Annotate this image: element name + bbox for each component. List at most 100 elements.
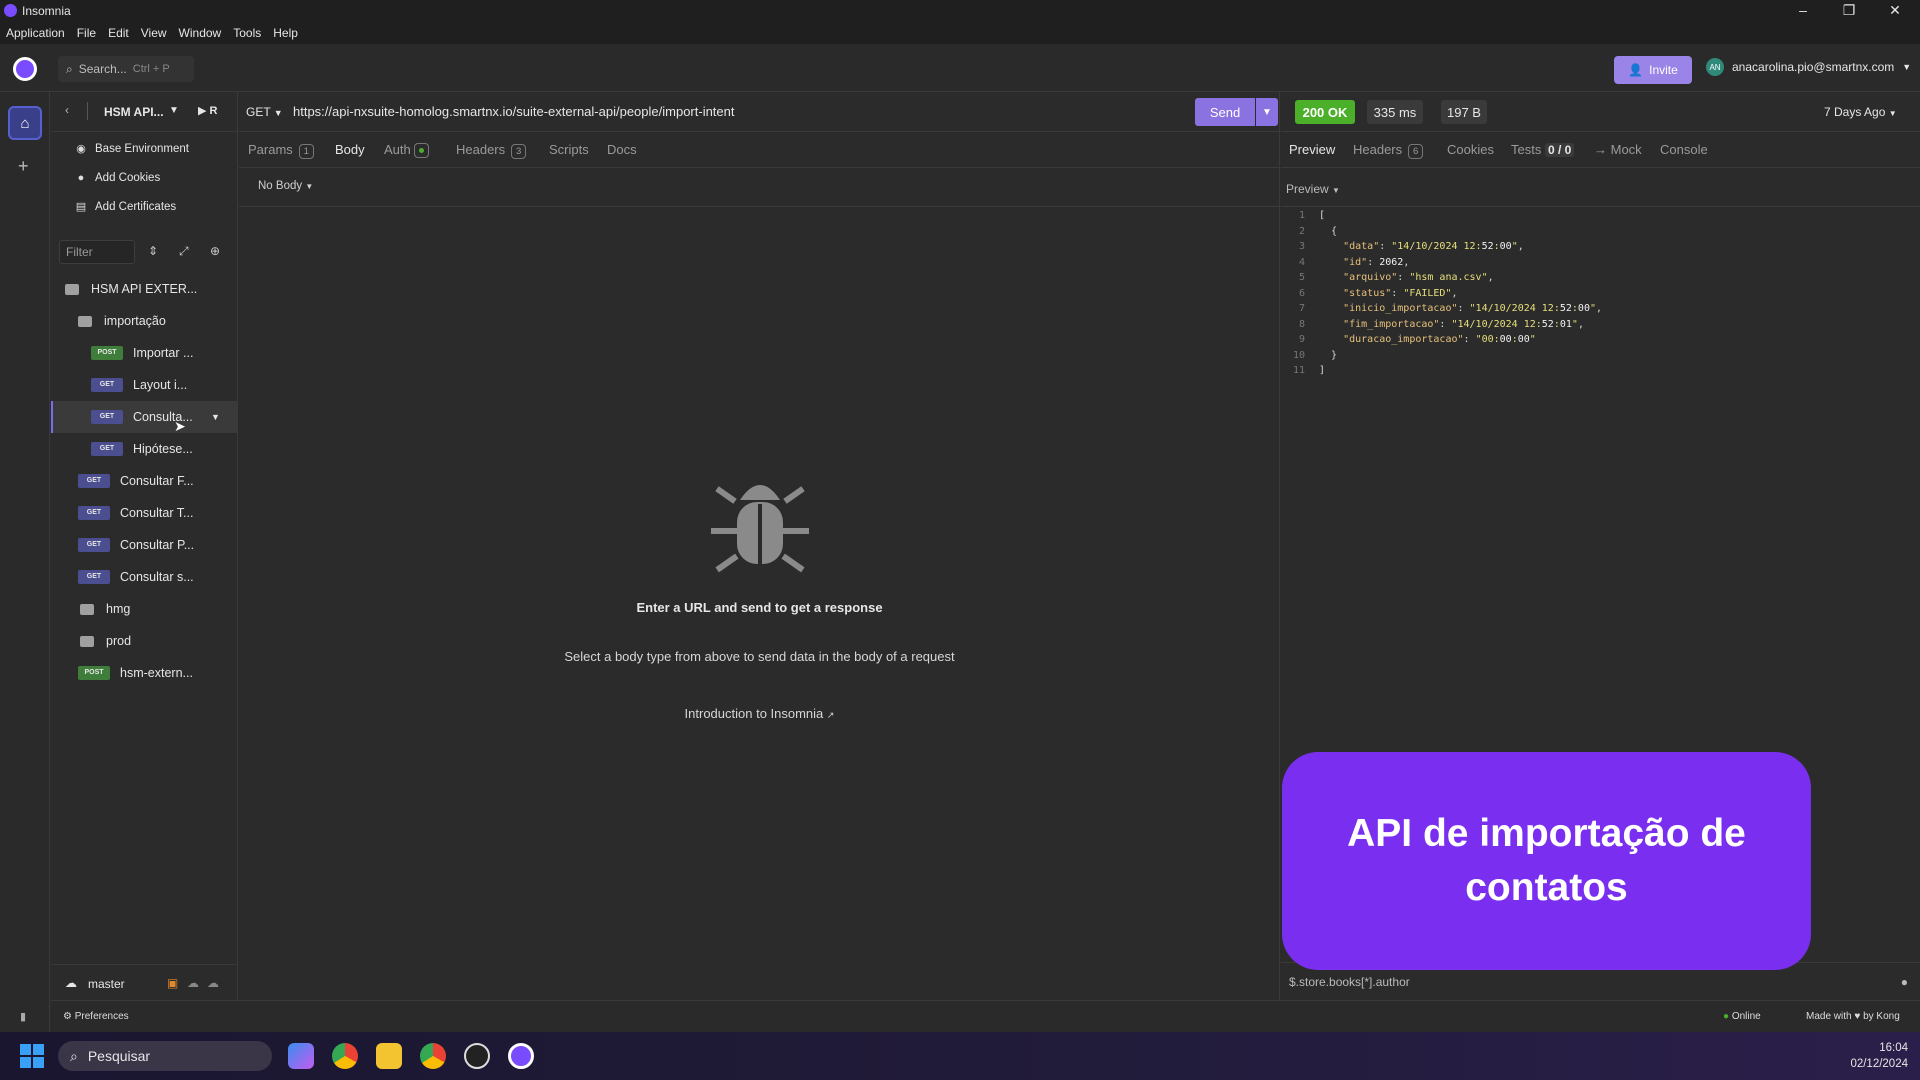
- tree-folder[interactable]: importação: [51, 305, 238, 337]
- jsonpath-placeholder: $.store.books[*].author: [1289, 975, 1410, 989]
- invite-label: Invite: [1649, 63, 1678, 77]
- tree-item-label: HSM API EXTER...: [91, 282, 198, 296]
- method-select[interactable]: GET ▼: [246, 105, 283, 119]
- chrome-profile-app-icon[interactable]: [420, 1043, 446, 1069]
- help-icon[interactable]: ●: [1901, 975, 1908, 989]
- tab-headers[interactable]: Headers 3: [456, 142, 527, 159]
- menu-help[interactable]: Help: [273, 26, 298, 40]
- method-badge: GET: [78, 538, 110, 552]
- add-request-icon[interactable]: ⊕: [210, 244, 220, 258]
- response-time: 335 ms: [1367, 100, 1423, 124]
- minimize-button[interactable]: –: [1780, 0, 1826, 22]
- preferences-button[interactable]: ⚙ Preferences: [63, 1011, 129, 1022]
- insomnia-app-icon[interactable]: [508, 1043, 534, 1069]
- window-title: Insomnia: [22, 4, 71, 18]
- user-menu[interactable]: AN anacarolina.pio@smartnx.com ▼: [1706, 58, 1911, 76]
- taskbar-search[interactable]: ⌕ Pesquisar: [58, 1041, 272, 1071]
- chevron-down-icon[interactable]: ▼: [211, 412, 220, 422]
- send-options-button[interactable]: ▼: [1256, 98, 1278, 126]
- os-taskbar: ⌕ Pesquisar 16:04 02/12/2024: [0, 1032, 1920, 1080]
- chevron-down-icon: ▼: [273, 108, 283, 118]
- search-button[interactable]: ⌕ Search... Ctrl + P: [58, 56, 194, 82]
- tab-console[interactable]: Console: [1660, 142, 1708, 157]
- auth-status-icon: [414, 143, 430, 159]
- body-type-select[interactable]: No Body ▼: [258, 180, 313, 192]
- menu-view[interactable]: View: [141, 26, 167, 40]
- menu-tools[interactable]: Tools: [233, 26, 261, 40]
- obs-app-icon[interactable]: [464, 1043, 490, 1069]
- back-icon[interactable]: ‹: [65, 103, 69, 117]
- url-input[interactable]: https://api-nxsuite-homolog.smartnx.io/s…: [293, 104, 735, 119]
- branch-name[interactable]: master: [88, 977, 125, 991]
- send-button[interactable]: Send: [1195, 98, 1255, 126]
- tab-tests[interactable]: Tests 0 / 0: [1511, 142, 1575, 157]
- system-clock[interactable]: 16:04 02/12/2024: [1850, 1040, 1908, 1072]
- tree-item-label: Consultar T...: [120, 506, 194, 520]
- tab-params[interactable]: Params 1: [248, 142, 314, 159]
- tab-body[interactable]: Body: [335, 142, 365, 157]
- tree-folder[interactable]: HSM API EXTER...: [51, 273, 238, 305]
- menu-application[interactable]: Application: [6, 26, 65, 40]
- base-environment-item[interactable]: ◉ Base Environment: [75, 143, 189, 155]
- tree-request[interactable]: GET Layout i...: [51, 369, 238, 401]
- app-logo-icon[interactable]: [13, 57, 37, 81]
- tree-request-selected[interactable]: GET Consulta... ▼ ➤: [51, 401, 238, 434]
- empty-state-subtitle: Select a body type from above to send da…: [564, 649, 955, 664]
- tree-folder[interactable]: hmg: [51, 593, 238, 625]
- tree-request[interactable]: POST hsm-extern...: [51, 657, 238, 689]
- menu-window[interactable]: Window: [179, 26, 222, 40]
- line-number: 10: [1292, 349, 1305, 361]
- copilot-app-icon[interactable]: [288, 1043, 314, 1069]
- tab-auth[interactable]: Auth: [384, 142, 430, 159]
- filter-input[interactable]: Filter: [59, 240, 135, 264]
- package-icon[interactable]: ▣: [167, 976, 178, 990]
- code-line: 1[: [1281, 210, 1920, 226]
- chevron-down-icon[interactable]: ▼: [169, 105, 179, 116]
- collection-name[interactable]: HSM API...: [104, 105, 164, 119]
- pull-icon[interactable]: ☁: [187, 976, 199, 990]
- run-collection-button[interactable]: ▶ R: [198, 104, 217, 117]
- file-explorer-app-icon[interactable]: [376, 1043, 402, 1069]
- menu-edit[interactable]: Edit: [108, 26, 129, 40]
- code-text: "duracao_importacao": "00:00:00": [1343, 334, 1536, 345]
- tree-request[interactable]: GET Consultar T...: [51, 497, 238, 529]
- close-button[interactable]: ✕: [1872, 0, 1918, 22]
- add-cookies-item[interactable]: ● Add Cookies: [75, 172, 161, 184]
- tab-cookies[interactable]: Cookies: [1447, 142, 1494, 157]
- invite-button[interactable]: 👤 Invite: [1614, 56, 1692, 84]
- tree-request[interactable]: GET Consultar F...: [51, 465, 238, 497]
- tab-response-headers[interactable]: Headers 6: [1353, 142, 1424, 159]
- line-number: 2: [1298, 225, 1305, 237]
- intro-link[interactable]: Introduction to Insomnia ↗: [239, 706, 1280, 721]
- tree-request[interactable]: POST Importar ...: [51, 337, 238, 369]
- tree-request[interactable]: GET Consultar P...: [51, 529, 238, 561]
- tree-folder[interactable]: prod: [51, 625, 238, 657]
- expand-icon[interactable]: ⤢: [179, 244, 189, 259]
- start-button[interactable]: [20, 1044, 44, 1068]
- add-project-icon[interactable]: +: [18, 156, 29, 177]
- history-dropdown[interactable]: 7 Days Ago ▼: [1824, 105, 1897, 119]
- method-badge: GET: [91, 378, 123, 392]
- made-with-label[interactable]: Made with ♥ by Kong: [1806, 1011, 1900, 1022]
- tab-scripts[interactable]: Scripts: [549, 142, 589, 157]
- count-badge: 3: [511, 144, 527, 159]
- restore-button[interactable]: ❐: [1826, 0, 1872, 22]
- method-badge: GET: [91, 410, 123, 424]
- tree-item-label: Hipótese...: [133, 442, 193, 456]
- push-icon[interactable]: ☁: [207, 976, 219, 990]
- tree-request[interactable]: GET Consultar s...: [51, 561, 238, 593]
- tree-request[interactable]: GET Hipótese...: [51, 433, 238, 465]
- home-button[interactable]: ⌂: [8, 106, 42, 140]
- sort-icon[interactable]: ⇕: [148, 244, 158, 258]
- preview-mode-select[interactable]: Preview ▼: [1286, 182, 1340, 196]
- tab-preview[interactable]: Preview: [1289, 142, 1335, 157]
- tab-docs[interactable]: Docs: [607, 142, 637, 157]
- url-bar: GET ▼ https://api-nxsuite-homolog.smartn…: [239, 92, 1280, 132]
- tab-mock[interactable]: → Mock: [1594, 142, 1642, 157]
- toggle-sidebar-icon[interactable]: ▮: [20, 1010, 26, 1023]
- add-certificates-item[interactable]: ▤ Add Certificates: [75, 201, 176, 213]
- chevron-down-icon: ▼: [1262, 106, 1272, 118]
- menu-file[interactable]: File: [77, 26, 96, 40]
- json-viewer[interactable]: 1[2 {3 "data": "14/10/2024 12:52:00", 4 "…: [1281, 210, 1920, 381]
- chrome-app-icon[interactable]: [332, 1043, 358, 1069]
